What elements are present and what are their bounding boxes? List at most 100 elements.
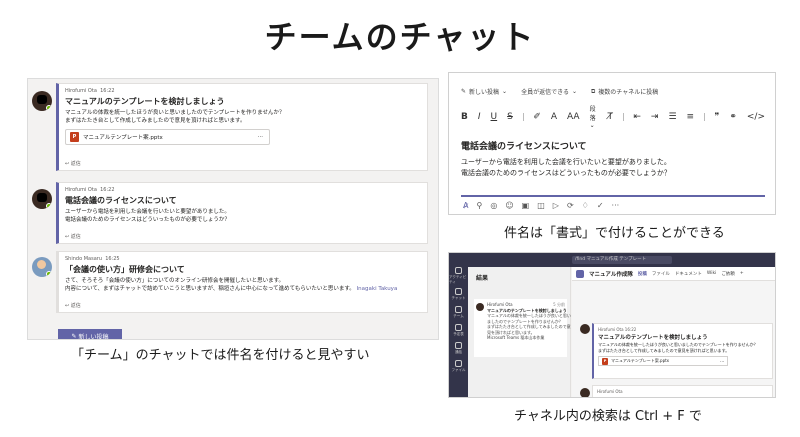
mention-link[interactable]: Inagaki Takuya [357, 286, 398, 292]
emoji-icon[interactable]: ☺ [505, 201, 513, 210]
add-tab-icon[interactable]: + [740, 271, 744, 276]
compose-subject[interactable]: 電話会議のライセンスについて [461, 139, 765, 152]
post-subject: 電話会議のライセンスについて [65, 196, 177, 205]
reply-button[interactable]: ↩ 返信 [65, 233, 81, 240]
numbered-list-icon[interactable]: ≡ [687, 112, 695, 122]
attachment-card[interactable]: P マニュアルテンプレート案.pptx ··· [598, 356, 728, 366]
post-subject: 「会議の使い方」研修会について [65, 265, 185, 274]
new-post-button[interactable]: ✎ 新しい投稿 [58, 329, 122, 339]
tab-posts[interactable]: 投稿 [638, 271, 647, 277]
channel-post[interactable]: Hirofumi Ota 16:22 マニュアルのテンプレートを検討しましょう … [592, 323, 773, 379]
tab-wiki[interactable]: Wiki [707, 271, 716, 276]
post-time: 16:22 [100, 88, 115, 94]
channel-post[interactable]: Hirofumi Ota [592, 385, 773, 397]
results-header: 結果 [476, 275, 489, 282]
compose-focus-line [461, 195, 765, 197]
paragraph-dropdown[interactable]: 段落 ⌄ [590, 104, 598, 129]
channel-post[interactable]: Hirofumi Ota 16:22 電話会議のライセンスについて ユーザーから… [56, 182, 428, 244]
caption-bottom-right: チャネル内の検索は Ctrl + F で [514, 409, 702, 424]
avatar[interactable] [32, 189, 52, 209]
italic-button[interactable]: I [478, 112, 481, 122]
loop-icon[interactable]: ◎ [490, 201, 497, 210]
search-result-item[interactable]: 5 分前 Hirofumi Ota マニュアルのテンプレートを検討しましょう マ… [474, 299, 571, 357]
quote-icon[interactable]: ❞ [715, 112, 720, 122]
post-author: Hirofumi Ota [65, 187, 97, 193]
avatar[interactable] [580, 388, 590, 397]
more-icon[interactable]: ··· [612, 201, 620, 210]
rail-teams[interactable]: チーム [449, 303, 468, 321]
team-icon [576, 269, 584, 278]
avatar [476, 303, 484, 311]
highlight-icon[interactable]: ✐ [533, 112, 541, 122]
post-author: Hirofumi Ota [65, 88, 97, 94]
more-options-icon: ··· [720, 358, 724, 364]
format-icon[interactable]: A̷ [463, 201, 468, 210]
compose-actions: A̷ ⚲ ◎ ☺ ▣ ◫ ▷ ⟳ ♢ ✓ ··· [463, 201, 619, 210]
more-options-icon[interactable]: ··· [258, 134, 263, 140]
attachment-card[interactable]: P マニュアルテンプレート案.pptx ··· [65, 129, 270, 145]
strikethrough-button[interactable]: S [507, 112, 513, 122]
caption-top-right: 件名は「書式」で付けることができる [504, 226, 725, 241]
avatar[interactable] [32, 257, 52, 277]
teams-icon [455, 305, 462, 313]
multi-channel-option[interactable]: ⧉ 複数のチャネルに投稿 [591, 87, 658, 97]
channel-post[interactable]: Hirofumi Ota 16:22 マニュアルのテンプレートを検討しましょう … [56, 83, 428, 171]
clear-format-icon[interactable]: T̸ [607, 112, 613, 122]
praise-icon[interactable]: ♢ [582, 201, 589, 210]
bullet-list-icon[interactable]: ☰ [668, 112, 676, 122]
post-subject: マニュアルのテンプレートを検討しましょう [65, 97, 225, 106]
channel-posts-panel: Hirofumi Ota 16:22 マニュアルのテンプレートを検討しましょう … [27, 78, 439, 340]
file-icon [455, 359, 462, 367]
compose-body[interactable]: ユーザーから電話を利用した会議を行いたいと要望がありました。 電話会議のためのライ… [461, 157, 765, 179]
code-icon[interactable]: </> [747, 112, 765, 122]
channel-post[interactable]: Shindo Masaru 16:25 「会議の使い方」研修会について さて、そ… [56, 251, 428, 313]
approval-icon[interactable]: ✓ [597, 201, 604, 210]
attach-icon[interactable]: ⚲ [476, 201, 482, 210]
post-body: ユーザーから電話を利用した会議を行いたいと要望がありました。 電話会議のためのライ… [65, 209, 230, 223]
powerpoint-icon: P [70, 132, 79, 142]
post-subject: マニュアルのテンプレートを検討しましょう [598, 335, 708, 341]
presence-icon [46, 203, 52, 209]
presence-icon [46, 105, 52, 111]
stream-icon[interactable]: ⟳ [567, 201, 574, 210]
channel-header: マニュアル作成隊 投稿 ファイル ドキュメント Wiki ご依頼 + [572, 267, 775, 281]
calendar-icon [455, 323, 462, 331]
post-body: マニュアルの体裁を統一したほうが良いと思いましたのでテンプレートを作りませんか？… [65, 110, 285, 124]
reply-button[interactable]: ↩ 返信 [65, 160, 81, 167]
link-icon[interactable]: ⚭ [729, 112, 737, 122]
meet-icon[interactable]: ▷ [553, 201, 559, 210]
rail-calendar[interactable]: 予定表 [449, 321, 468, 339]
post-body: マニュアルの体裁を統一したほうが良いと思いましたのでテンプレートを作りませんか？… [598, 342, 758, 353]
rail-chat[interactable]: チャット [449, 285, 468, 303]
reply-button[interactable]: ↩ 返信 [65, 302, 81, 309]
indent-icon[interactable]: ⇥ [651, 112, 659, 122]
gif-icon[interactable]: ▣ [522, 201, 530, 210]
outdent-icon[interactable]: ⇤ [633, 112, 641, 122]
rail-activity[interactable]: アクティビティ [449, 267, 468, 285]
post-time: 16:22 [100, 187, 115, 193]
chat-icon [455, 287, 462, 295]
bell-icon [455, 267, 462, 274]
post-time: 16:25 [105, 256, 120, 262]
new-post-option[interactable]: ✎ 新しい投稿 ⌄ [461, 87, 507, 96]
tab-documents[interactable]: ドキュメント [675, 271, 702, 277]
channels-icon: ⧉ [591, 87, 596, 95]
bold-button[interactable]: B [461, 112, 468, 122]
reply-permission-option[interactable]: 全員が返信できる ⌄ [521, 87, 577, 96]
tab-requests[interactable]: ご依頼 [721, 271, 735, 277]
font-size-icon[interactable]: AA [567, 112, 580, 122]
font-color-icon[interactable]: A [551, 112, 557, 122]
edit-icon: ✎ [461, 88, 467, 95]
format-toolbar: B I U S ✐ A AA 段落 ⌄ T̸ ⇤ ⇥ ☰ ≡ ❞ ⚭ </> [461, 104, 765, 129]
phone-icon [455, 341, 462, 349]
channel-name: マニュアル作成隊 [589, 271, 633, 278]
avatar[interactable] [580, 324, 590, 334]
post-author: Shindo Masaru [65, 256, 102, 262]
avatar[interactable] [32, 91, 52, 111]
search-input[interactable]: /find マニュアル作成 テンプレート [572, 256, 672, 264]
sticker-icon[interactable]: ◫ [537, 201, 545, 210]
underline-button[interactable]: U [491, 112, 498, 122]
rail-calls[interactable]: 通話 [449, 339, 468, 357]
tab-files[interactable]: ファイル [652, 271, 670, 277]
rail-files[interactable]: ファイル [449, 357, 468, 375]
